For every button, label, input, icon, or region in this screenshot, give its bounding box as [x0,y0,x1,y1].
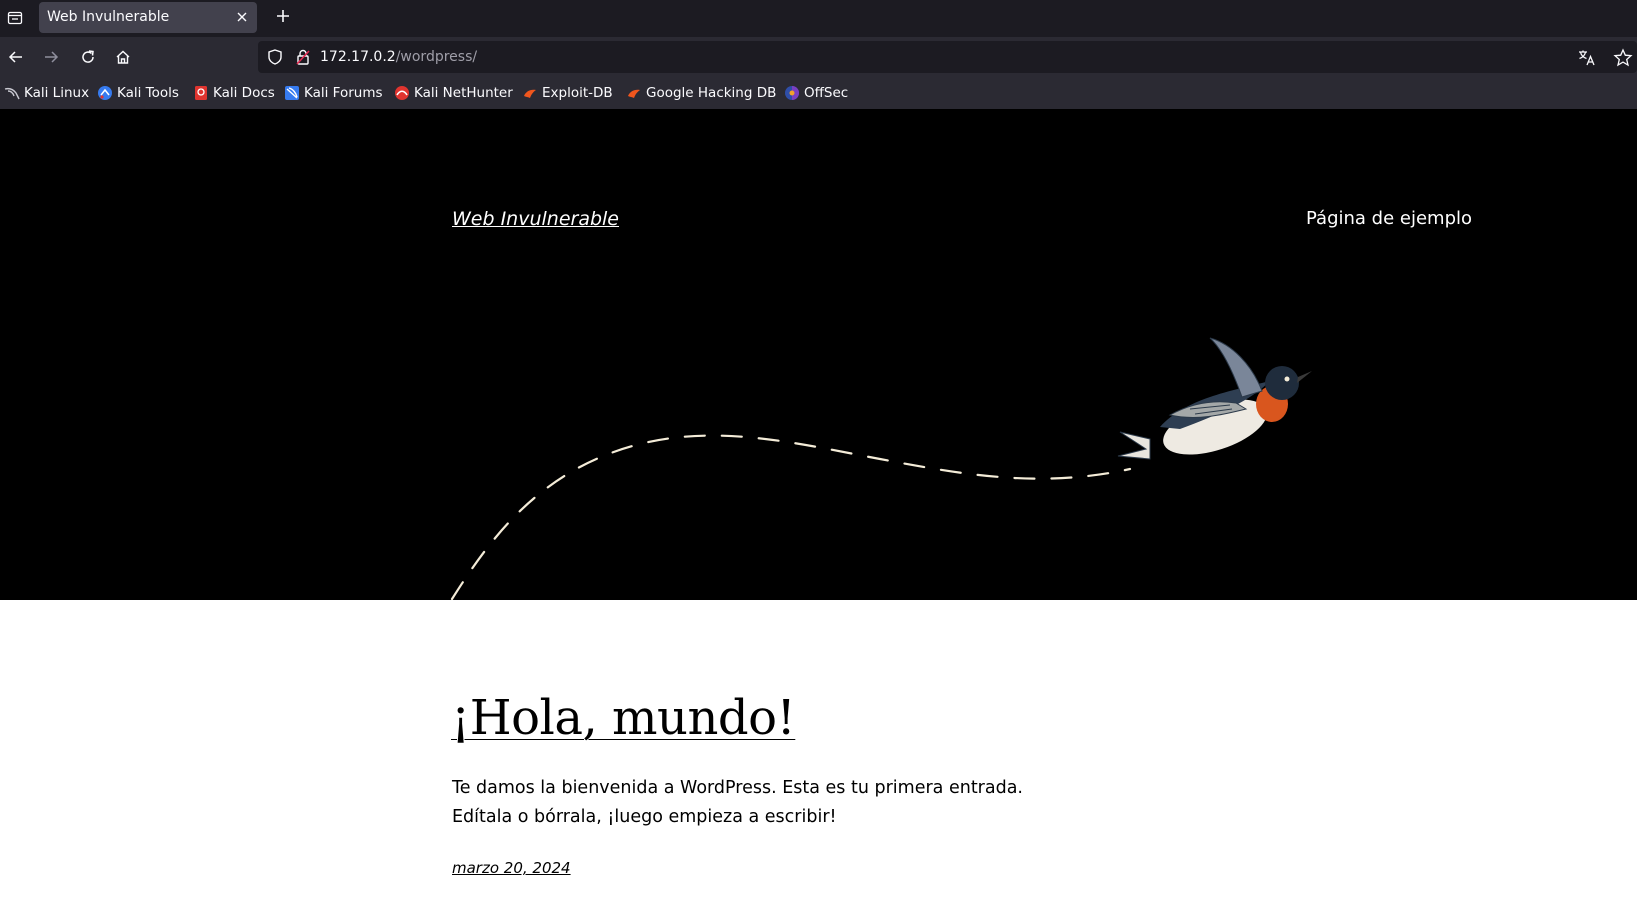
translate-icon[interactable] [1577,48,1597,68]
kali-nethunter-icon [395,86,409,100]
post-title-link[interactable]: ¡Hola, mundo! [451,690,796,746]
bookmark-kali-linux[interactable]: Kali Linux [4,83,89,103]
bookmark-label: Google Hacking DB [646,85,777,101]
exploit-db-icon [524,89,536,98]
bookmark-label: Kali Tools [117,85,179,101]
site-header-hero: Web Invulnerable Página de ejemplo [0,109,1637,600]
reload-icon[interactable] [76,45,100,69]
active-tab[interactable]: Web Invulnerable [39,2,257,33]
bookmark-label: Exploit-DB [542,85,613,101]
kali-docs-icon [195,86,207,100]
nav-link-sample-page[interactable]: Página de ejemplo [1306,208,1472,229]
bookmark-google-hacking-db[interactable]: Google Hacking DB [626,83,776,103]
offsec-icon [785,86,799,100]
tab-title: Web Invulnerable [47,9,170,25]
bookmark-exploit-db[interactable]: Exploit-DB [522,83,613,103]
tab-list-icon[interactable] [2,5,28,31]
back-arrow-icon[interactable] [4,45,28,69]
bookmark-kali-nethunter[interactable]: Kali NetHunter [394,83,513,103]
tab-bar: Web Invulnerable [0,0,1637,37]
bookmark-kali-forums[interactable]: Kali Forums [284,83,383,103]
insecure-lock-icon[interactable] [294,48,312,66]
post-excerpt: Te damos la bienvenida a WordPress. Esta… [452,778,1023,827]
post-content-area: ¡Hola, mundo! Te damos la bienvenida a W… [0,600,1637,898]
home-icon[interactable] [111,45,135,69]
bookmark-label: Kali NetHunter [414,85,513,101]
url-bar[interactable]: 172.17.0.2/wordpress/ [258,41,1637,73]
bird-icon [1117,337,1312,460]
url-path: /wordpress/ [395,49,478,65]
url-host: 172.17.0.2 [320,49,396,65]
flight-path-illustration [450,337,1312,600]
tracking-protection-shield-icon[interactable] [266,48,284,66]
bookmark-kali-tools[interactable]: Kali Tools [97,83,179,103]
navigation-toolbar: 172.17.0.2/wordpress/ [0,37,1637,77]
kali-dragon-icon [4,87,20,100]
kali-forums-icon [285,86,299,100]
close-tab-icon[interactable] [233,8,251,26]
bookmark-label: Kali Linux [24,85,90,101]
url-text[interactable]: 172.17.0.2/wordpress/ [320,49,477,65]
bookmark-kali-docs[interactable]: Kali Docs [193,83,275,103]
forward-arrow-icon[interactable] [39,45,63,69]
bookmark-label: Kali Forums [304,85,383,101]
bookmark-label: OffSec [804,85,849,101]
post-date-link[interactable]: marzo 20, 2024 [452,859,571,877]
ghdb-icon [628,89,640,98]
bookmark-star-icon[interactable] [1613,48,1633,68]
kali-tools-icon [98,86,112,100]
new-tab-icon[interactable] [271,4,295,28]
bookmarks-toolbar: Kali Linux Kali Tools Kali Docs Kali For… [0,77,1637,109]
bookmark-offsec[interactable]: OffSec [784,83,848,103]
site-title-link[interactable]: Web Invulnerable [452,208,619,230]
bookmark-label: Kali Docs [213,85,275,101]
